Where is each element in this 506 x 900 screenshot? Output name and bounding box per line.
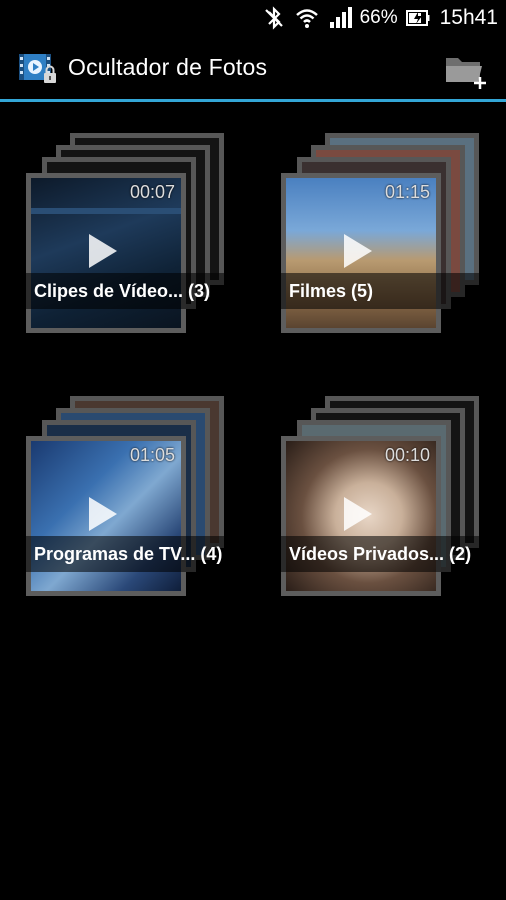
- video-lock-icon[interactable]: [17, 52, 59, 86]
- wifi-icon: [295, 9, 318, 28]
- play-icon: [344, 234, 372, 268]
- video-duration: 00:10: [384, 445, 430, 465]
- clock: 15h41: [439, 6, 498, 29]
- album-label: Clipes de Vídeo... (3): [34, 281, 211, 301]
- play-icon: [89, 497, 117, 531]
- bluetooth-off-icon: [264, 6, 283, 30]
- battery-percent: 66%: [359, 7, 398, 28]
- album-label-bar: Filmes (5): [281, 273, 491, 309]
- app-title: Ocultador de Fotos: [68, 54, 268, 80]
- action-bar: Ocultador de Fotos: [0, 36, 506, 100]
- status-icons: 66% 15h41: [262, 4, 498, 32]
- play-icon: [89, 234, 117, 268]
- thumbnail-detail: [31, 208, 181, 214]
- album-thumbnail: 00:07: [26, 173, 186, 333]
- album-tile[interactable]: 01:05 Programas de TV... (4): [26, 396, 236, 601]
- action-bar-divider: [0, 99, 506, 102]
- album-thumbnail: 00:10: [281, 436, 441, 596]
- album-label-bar: Clipes de Vídeo... (3): [26, 273, 236, 309]
- album-tile[interactable]: 01:15 Filmes (5): [281, 133, 491, 338]
- album-label-bar: Vídeos Privados... (2): [281, 536, 491, 572]
- album-thumbnail: 01:05: [26, 436, 186, 596]
- battery-charging-icon: [405, 10, 430, 26]
- album-label: Programas de TV... (4): [34, 544, 223, 564]
- album-label-bar: Programas de TV... (4): [26, 536, 236, 572]
- album-label: Vídeos Privados... (2): [289, 544, 472, 564]
- signal-icon: [329, 7, 352, 28]
- add-folder-icon[interactable]: [444, 52, 488, 90]
- play-icon: [344, 497, 372, 531]
- video-duration: 01:15: [384, 182, 430, 202]
- album-label: Filmes (5): [289, 281, 374, 301]
- video-duration: 00:07: [129, 182, 175, 202]
- album-tile[interactable]: 00:07 Clipes de Vídeo... (3): [26, 133, 236, 338]
- album-tile[interactable]: 00:10 Vídeos Privados... (2): [281, 396, 491, 601]
- album-thumbnail: 01:15: [281, 173, 441, 333]
- status-bar: 66% 15h41: [0, 0, 506, 36]
- video-duration: 01:05: [129, 445, 175, 465]
